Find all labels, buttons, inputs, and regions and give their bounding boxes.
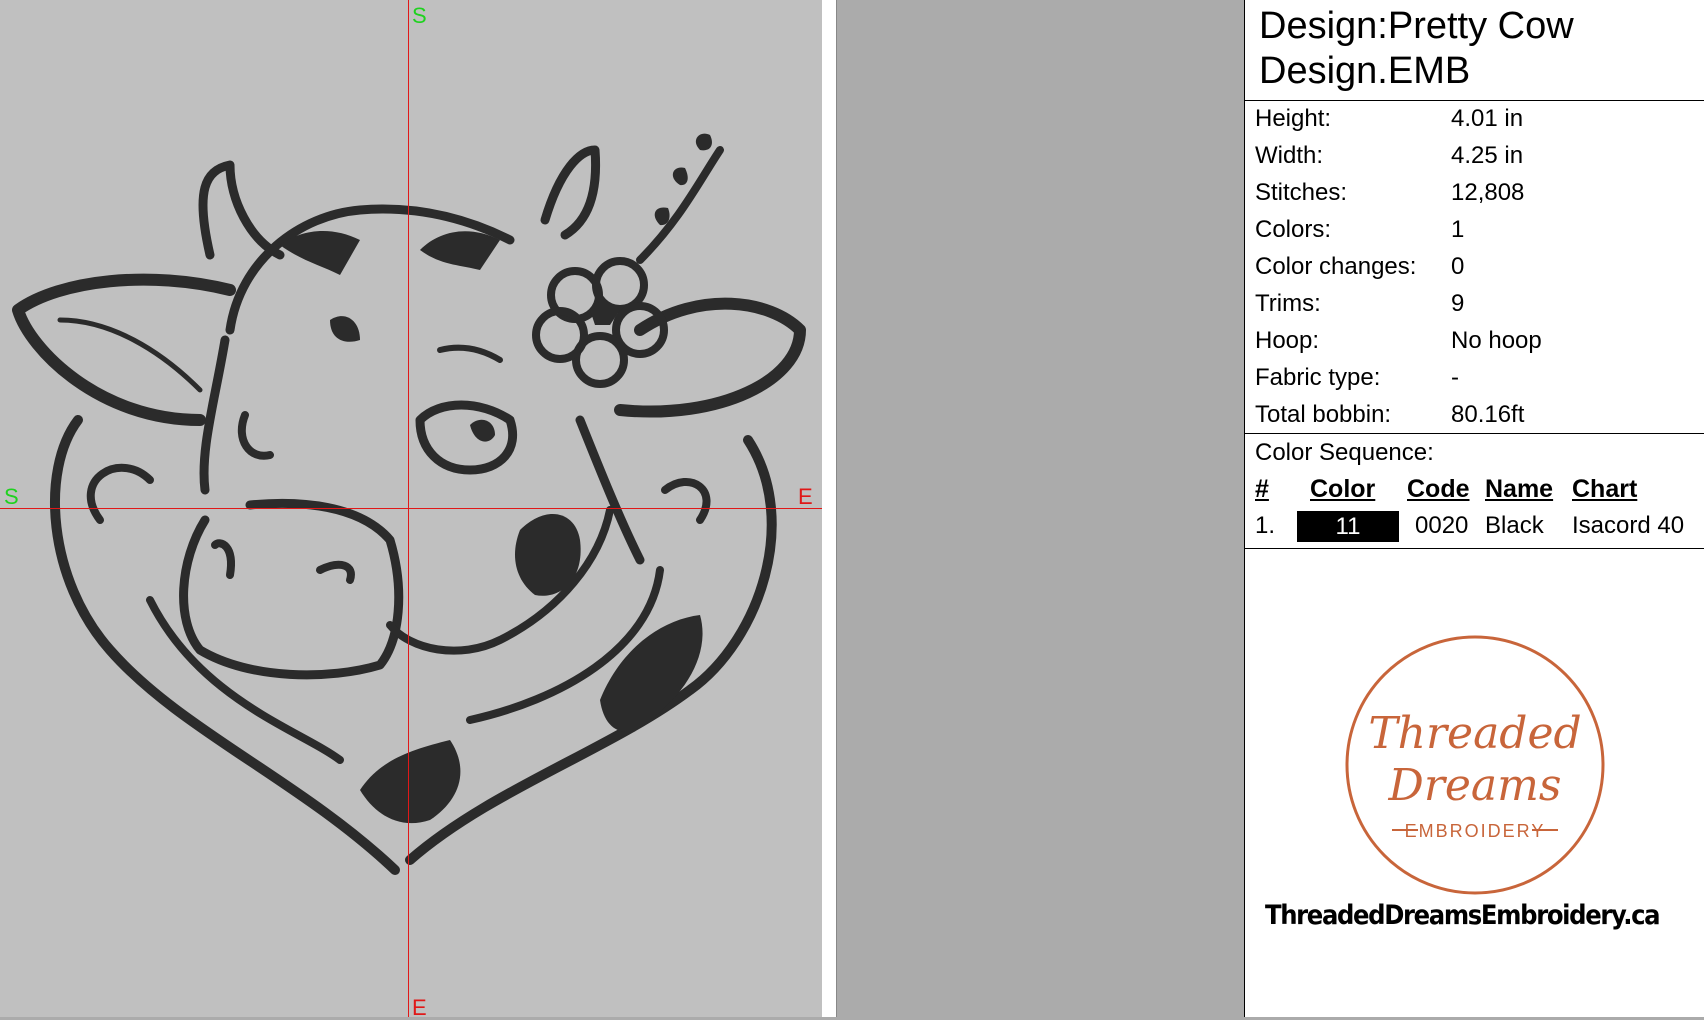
seq-row-num: 1. bbox=[1255, 512, 1276, 539]
design-canvas[interactable]: S E S E bbox=[0, 0, 837, 1020]
canvas-edge bbox=[822, 0, 837, 1017]
threaded-dreams-logo: Threaded Dreams EMBROIDERY bbox=[1345, 635, 1605, 895]
top-start-label: S bbox=[412, 3, 427, 28]
design-info-panel: Design:Pretty Cow Design.EMB Height: 4.0… bbox=[1244, 0, 1704, 1017]
col-header-code: Code bbox=[1407, 475, 1470, 503]
website-url: ThreadedDreamsEmbroidery.ca bbox=[1265, 900, 1661, 931]
prop-width: Width: 4.25 in bbox=[1255, 142, 1524, 169]
svg-text:EMBROIDERY: EMBROIDERY bbox=[1405, 821, 1546, 841]
horizontal-guide-line bbox=[0, 508, 822, 509]
prop-colors: Colors: 1 bbox=[1255, 216, 1465, 243]
svg-text:Threaded: Threaded bbox=[1368, 708, 1581, 759]
design-title: Design:Pretty Cow Design.EMB bbox=[1259, 4, 1704, 94]
design-name: Design:Pretty Cow bbox=[1259, 5, 1574, 47]
divider bbox=[1245, 548, 1704, 549]
prop-hoop: Hoop: No hoop bbox=[1255, 327, 1542, 354]
color-sequence-title: Color Sequence: bbox=[1255, 439, 1434, 466]
col-header-color: Color bbox=[1310, 475, 1376, 503]
prop-trims: Trims: 9 bbox=[1255, 290, 1465, 317]
prop-height: Height: 4.01 in bbox=[1255, 105, 1524, 132]
col-header-chart: Chart bbox=[1572, 475, 1638, 503]
prop-total-bobbin: Total bobbin: 80.16ft bbox=[1255, 401, 1525, 428]
svg-text:Dreams: Dreams bbox=[1388, 760, 1562, 811]
bottom-end-label: E bbox=[412, 995, 427, 1020]
design-file-name: Design.EMB bbox=[1259, 50, 1471, 92]
col-header-name: Name bbox=[1485, 475, 1554, 503]
right-end-label: E bbox=[798, 484, 813, 509]
seq-row-code: 0020 bbox=[1415, 512, 1469, 539]
prop-fabric-type: Fabric type: - bbox=[1255, 364, 1459, 391]
seq-row-chart: Isacord 40 bbox=[1572, 512, 1685, 539]
prop-color-changes: Color changes: 0 bbox=[1255, 253, 1465, 280]
seq-row-name: Black bbox=[1485, 512, 1544, 539]
col-header-num: # bbox=[1255, 475, 1269, 503]
color-swatch: 11 bbox=[1297, 511, 1399, 542]
prop-stitches: Stitches: 12,808 bbox=[1255, 179, 1525, 206]
left-start-label: S bbox=[4, 484, 19, 509]
